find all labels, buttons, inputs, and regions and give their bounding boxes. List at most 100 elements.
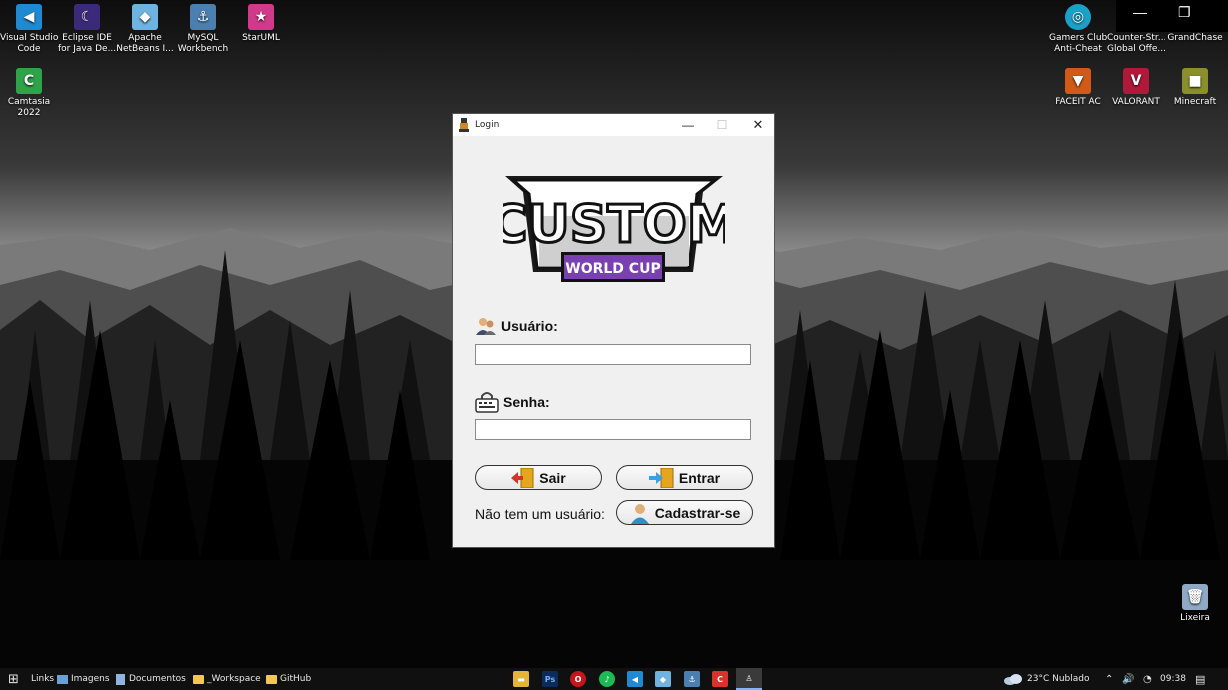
- icon-label: Camtasia: [7, 97, 51, 107]
- photoshop-icon[interactable]: Ps: [542, 671, 558, 687]
- login-window: Login — ☐ ✕ CUSTOM WORLD CUP Usuário: Se…: [452, 113, 775, 548]
- icon-label: Eclipse IDE: [62, 33, 112, 43]
- maximize-button: ☐: [716, 118, 728, 132]
- clock[interactable]: 09:38: [1160, 668, 1186, 690]
- title-bar[interactable]: Login — ☐ ✕: [453, 114, 774, 136]
- icon-label: StarUML: [242, 33, 280, 43]
- desktop-icon-grandchase[interactable]: GrandChase: [1166, 0, 1224, 44]
- toolbar-documentos[interactable]: Documentos: [116, 668, 186, 690]
- icon-label: FACEIT AC: [1055, 97, 1101, 107]
- toolbar-workspace[interactable]: _Workspace: [193, 668, 261, 690]
- icon-label: Global Offe...: [1107, 44, 1165, 54]
- recycle-bin-icon: 🗑: [1182, 584, 1208, 610]
- workspace-label: _Workspace: [207, 674, 261, 684]
- vscode-taskbar-icon[interactable]: ◀: [627, 671, 643, 687]
- imagens-label: Imagens: [71, 674, 110, 684]
- keyboard-lock-icon: [475, 392, 499, 413]
- icon-label: for Java De...: [58, 44, 116, 54]
- eclipse-icon: ☾: [74, 4, 100, 30]
- icon-label: Visual Studio: [0, 33, 58, 43]
- icon-label: Counter-Str...: [1107, 33, 1165, 43]
- minecraft-icon: ■: [1182, 68, 1208, 94]
- icon-label: MySQL: [187, 33, 219, 43]
- window-title: Login: [475, 120, 500, 130]
- weather-widget[interactable]: 23°C Nublado: [1003, 668, 1089, 690]
- camtasia-icon: C: [16, 68, 42, 94]
- document-icon: [116, 673, 125, 685]
- icon-label: VALORANT: [1112, 97, 1160, 107]
- logo-text: CUSTOM: [503, 195, 725, 255]
- volume-icon[interactable]: 🔊: [1122, 668, 1134, 690]
- toolbar-github[interactable]: GitHub: [266, 668, 311, 690]
- file-explorer-icon[interactable]: ▬: [513, 671, 529, 687]
- toolbar-imagens[interactable]: Imagens: [57, 668, 110, 690]
- desktop-icon-camtasia[interactable]: C Camtasia 2022: [0, 64, 58, 119]
- user-label: Usuário:: [475, 316, 558, 336]
- icon-label: GrandChase: [1167, 33, 1223, 43]
- windows-start-icon[interactable]: ⊞: [8, 668, 19, 690]
- register-button[interactable]: Cadastrar-se: [616, 500, 753, 525]
- folder-icon: [266, 674, 277, 684]
- netbeans-icon: ◆: [132, 4, 158, 30]
- gamers-club-icon: ◎: [1065, 4, 1091, 30]
- password-label: Senha:: [475, 391, 550, 413]
- desktop-icon-netbeans[interactable]: ◆ Apache NetBeans I...: [116, 0, 174, 55]
- no-user-text: Não tem um usuário:: [475, 506, 605, 522]
- enter-door-icon: [648, 467, 674, 488]
- desktop-icon-gamers-club[interactable]: ◎ Gamers Club Anti-Cheat: [1049, 0, 1107, 55]
- enter-button[interactable]: Entrar: [616, 465, 753, 490]
- folder-icon: [193, 674, 204, 684]
- desktop-icon-lixeira[interactable]: 🗑 Lixeira: [1166, 580, 1224, 624]
- icon-label: Code: [17, 44, 41, 54]
- icon-label: Minecraft: [1173, 97, 1217, 107]
- desktop-icon-eclipse[interactable]: ☾ Eclipse IDE for Java De...: [58, 0, 116, 55]
- weather-text: 23°C Nublado: [1027, 674, 1090, 684]
- java-app-taskbar-icon[interactable]: ♙: [736, 668, 762, 690]
- camtasia-taskbar-icon[interactable]: C: [712, 671, 728, 687]
- user-add-icon: [630, 503, 649, 524]
- custom-world-cup-logo: CUSTOM WORLD CUP: [503, 176, 725, 282]
- github-label: GitHub: [280, 674, 312, 684]
- exit-door-icon: [511, 467, 534, 488]
- user-label-text: Usuário:: [501, 318, 558, 334]
- icon-label: Gamers Club: [1049, 33, 1107, 43]
- icon-label: Workbench: [177, 44, 229, 54]
- desktop-icon-counter-strike[interactable]: Counter-Str... Global Offe...: [1107, 0, 1165, 55]
- cloud-icon: [1004, 674, 1022, 685]
- register-button-label: Cadastrar-se: [654, 504, 741, 521]
- minimize-button[interactable]: —: [671, 114, 705, 136]
- users-icon: [476, 318, 496, 335]
- valorant-icon: V: [1123, 68, 1149, 94]
- chevron-up-icon[interactable]: ⌃: [1105, 668, 1113, 690]
- desktop-icon-minecraft[interactable]: ■ Minecraft: [1166, 64, 1224, 108]
- notification-icon[interactable]: ▤: [1195, 668, 1205, 690]
- exit-button[interactable]: Sair: [475, 465, 602, 490]
- password-label-text: Senha:: [503, 394, 550, 410]
- enter-button-label: Entrar: [678, 469, 721, 486]
- grandchase-icon: [1182, 4, 1208, 30]
- mysql-taskbar-icon[interactable]: ⚓: [684, 671, 700, 687]
- close-button[interactable]: ✕: [741, 114, 775, 136]
- counter-strike-icon: [1123, 4, 1149, 30]
- vscode-icon: ◀: [16, 4, 42, 30]
- desktop-icon-staruml[interactable]: ★ StarUML: [232, 0, 290, 44]
- icon-label: 2022: [17, 108, 41, 118]
- password-input[interactable]: [475, 419, 751, 440]
- desktop-icon-valorant[interactable]: V VALORANT: [1107, 64, 1165, 108]
- icon-label: Lixeira: [1180, 613, 1210, 623]
- wifi-icon[interactable]: ◔: [1143, 668, 1152, 690]
- toolbar-links[interactable]: Links: [31, 668, 54, 690]
- username-input[interactable]: [475, 344, 751, 365]
- spotify-icon[interactable]: ♪: [599, 671, 615, 687]
- staruml-icon: ★: [248, 4, 274, 30]
- icon-label: Anti-Cheat: [1054, 44, 1102, 54]
- desktop-icon-mysql-workbench[interactable]: ⚓ MySQL Workbench: [174, 0, 232, 55]
- netbeans-taskbar-icon[interactable]: ◆: [655, 671, 671, 687]
- desktop-icon-faceit[interactable]: ▼ FACEIT AC: [1049, 64, 1107, 108]
- desktop-icon-vscode[interactable]: ◀ Visual Studio Code: [0, 0, 58, 55]
- faceit-icon: ▼: [1065, 68, 1091, 94]
- documentos-label: Documentos: [129, 674, 186, 684]
- opera-icon[interactable]: O: [570, 671, 586, 687]
- icon-label: NetBeans I...: [116, 44, 174, 54]
- logo-badge: WORLD CUP: [565, 261, 660, 277]
